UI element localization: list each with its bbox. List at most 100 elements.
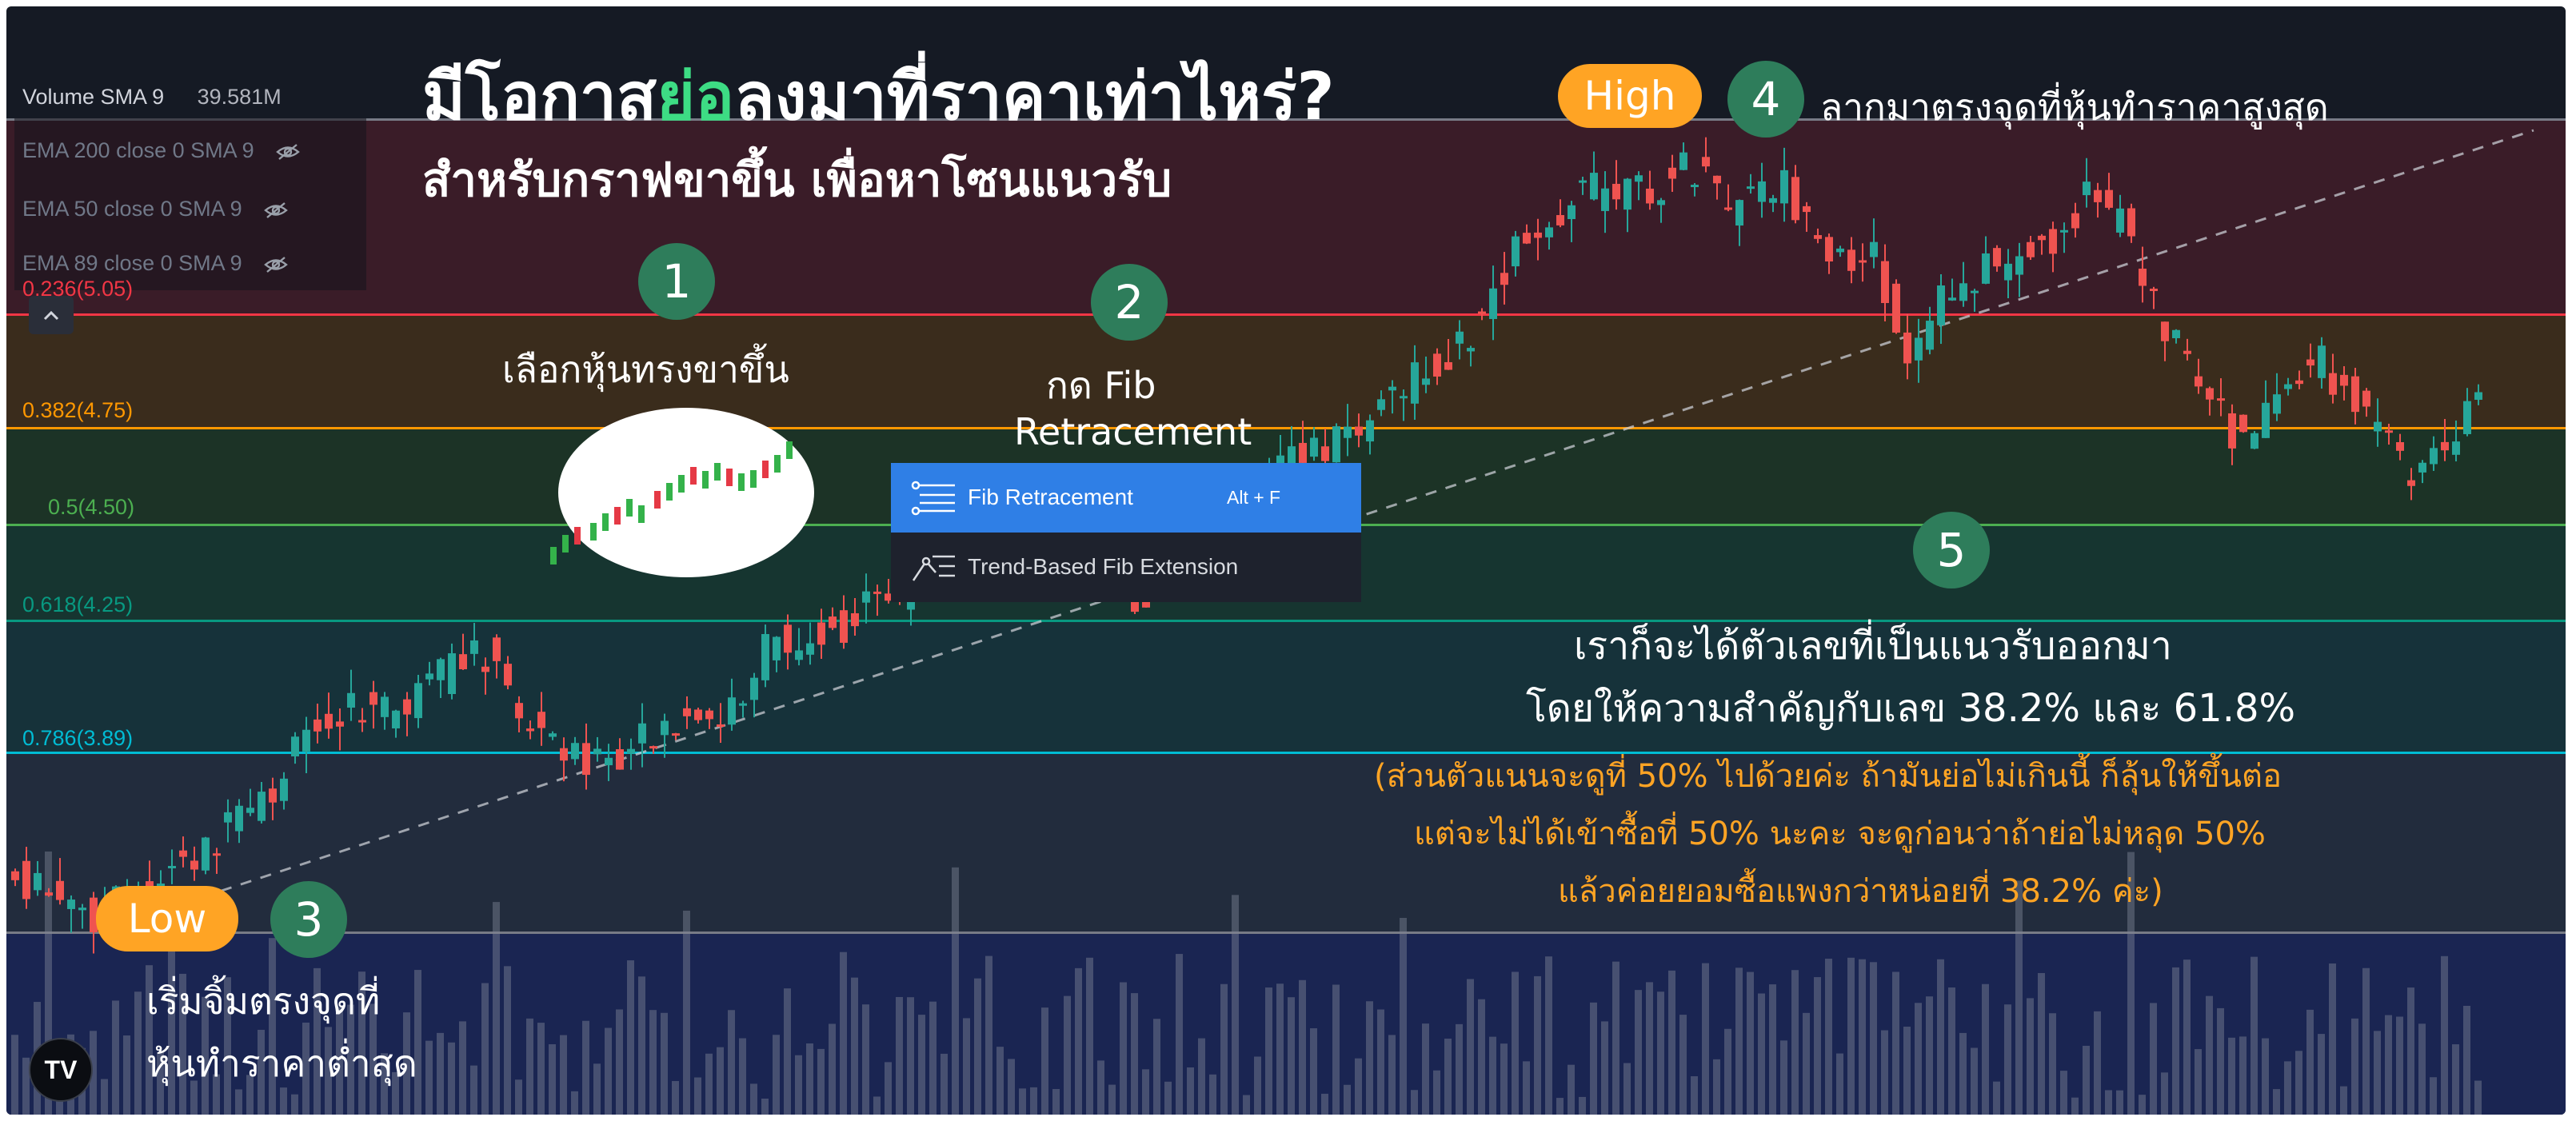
candle-body	[2430, 448, 2438, 465]
volume-bar	[1153, 1019, 1160, 1115]
volume-bar	[1288, 997, 1295, 1115]
volume-bar	[795, 1055, 802, 1115]
menu-item-trend-based-fib-extension[interactable]: Trend-Based Fib Extension	[891, 533, 1361, 602]
menu-item-fib-retracement-shortcut: Alt + F	[1227, 487, 1281, 508]
volume-bar	[481, 983, 489, 1115]
candle-body	[806, 643, 814, 655]
volume-bar	[2284, 1061, 2291, 1115]
candle-body	[739, 703, 747, 706]
volume-bar	[112, 1000, 119, 1115]
volume-bar	[1097, 1060, 1104, 1115]
volume-bar	[537, 1023, 545, 1115]
mini-candle	[654, 491, 661, 509]
volume-bar	[2452, 1044, 2459, 1115]
indicator-volume[interactable]: Volume SMA 9 39.581M	[22, 85, 282, 110]
candle-body	[2295, 380, 2303, 385]
candle-body	[2049, 229, 2057, 254]
high-badge: High	[1558, 64, 1702, 128]
mini-candle	[750, 470, 757, 488]
candle-body	[1691, 185, 1699, 188]
eye-off-icon[interactable]	[264, 256, 289, 273]
candle-body	[2228, 413, 2236, 449]
indicator-ema-50[interactable]: EMA 50 close 0 SMA 9	[22, 197, 289, 221]
candle-body	[1657, 200, 1665, 205]
volume-bar	[1008, 1059, 1015, 1115]
volume-bar	[952, 867, 959, 1115]
candle-body	[638, 723, 646, 744]
step-5-badge: 5	[1913, 512, 1990, 588]
candle-body	[22, 860, 30, 900]
volume-bar	[504, 966, 511, 1115]
candle-body	[1411, 362, 1419, 404]
candle-body	[1601, 188, 1609, 211]
candle-body	[728, 697, 736, 725]
candle-body	[1489, 288, 1497, 319]
candle-body	[873, 591, 881, 594]
eye-off-icon[interactable]	[276, 143, 301, 161]
volume-bar	[1937, 959, 1944, 1115]
step-4-text: ลากมาตรงจุดที่หุ้นทำราคาสูงสุด	[1820, 86, 2329, 129]
volume-bar	[1209, 1074, 1216, 1115]
volume-bar	[761, 1098, 769, 1115]
candle-body	[717, 724, 725, 728]
candle-body	[649, 746, 657, 749]
volume-bar	[549, 1044, 556, 1115]
candle-body	[1556, 214, 1564, 225]
volume-bar	[1198, 1038, 1205, 1115]
candle-body	[773, 636, 781, 660]
menu-item-trend-based-fib-extension-label: Trend-Based Fib Extension	[968, 554, 1239, 579]
candle-body	[325, 713, 333, 729]
title-part-2: ลงมาที่ราคาเท่าไหร่?	[734, 59, 1335, 135]
indicator-ema-89[interactable]: EMA 89 close 0 SMA 9	[22, 251, 289, 276]
candle-body	[1881, 261, 1889, 303]
candle-body	[705, 710, 713, 720]
candle-body	[627, 748, 635, 754]
volume-bar	[1791, 970, 1799, 1115]
candle-body	[2306, 359, 2314, 366]
mini-candle	[702, 471, 709, 489]
volume-bar	[1523, 1061, 1530, 1115]
candle-body	[1366, 420, 1374, 442]
mini-candle	[550, 547, 557, 564]
candle-body	[459, 654, 467, 670]
candle-body	[78, 908, 86, 911]
drawing-tools-menu: Fib Retracement Alt + F Trend-Based Fib …	[891, 463, 1361, 602]
volume-bar	[1344, 1084, 1351, 1115]
fib-extension-icon	[912, 555, 955, 581]
candle-body	[1579, 180, 1587, 183]
eye-off-icon[interactable]	[264, 201, 289, 219]
volume-bar	[1623, 1063, 1631, 1115]
volume-bar	[963, 1018, 970, 1115]
menu-item-fib-retracement[interactable]: Fib Retracement Alt + F	[891, 463, 1361, 533]
candle-body	[2083, 182, 2091, 196]
candle-body	[2015, 256, 2023, 275]
volume-bar	[1467, 979, 1474, 1115]
step-5-text-line2: โดยให้ความสำคัญกับเลข 38.2% และ 61.8%	[1526, 686, 2296, 731]
candle-body	[369, 692, 377, 705]
candle-body	[1870, 241, 1878, 257]
candle-body	[1892, 283, 1900, 333]
volume-bar	[1691, 1076, 1698, 1115]
mini-candle	[774, 455, 781, 473]
volume-bar	[1892, 971, 1899, 1115]
candle-body	[1332, 426, 1340, 463]
candle-body	[2251, 433, 2258, 449]
volume-bar	[123, 1035, 130, 1115]
volume-bar	[593, 1063, 601, 1115]
fib-label-0236: 0.236(5.05)	[22, 277, 134, 301]
fib-retracement-icon	[911, 481, 955, 516]
candle-body	[1836, 248, 1844, 253]
volume-bar	[1310, 1028, 1317, 1115]
candle-body	[560, 748, 568, 761]
volume-bar	[2071, 1097, 2079, 1115]
candle-body	[302, 729, 310, 752]
candle-body	[549, 733, 557, 737]
volume-bar	[1232, 895, 1239, 1115]
volume-bar	[2228, 1037, 2235, 1115]
indicator-ema-200[interactable]: EMA 200 close 0 SMA 9	[22, 138, 301, 163]
candle-body	[1646, 188, 1654, 204]
volume-bar	[1243, 1095, 1250, 1115]
candle-body	[2262, 402, 2270, 438]
collapse-legend-button[interactable]	[29, 296, 74, 334]
volume-bar	[1187, 1067, 1194, 1115]
